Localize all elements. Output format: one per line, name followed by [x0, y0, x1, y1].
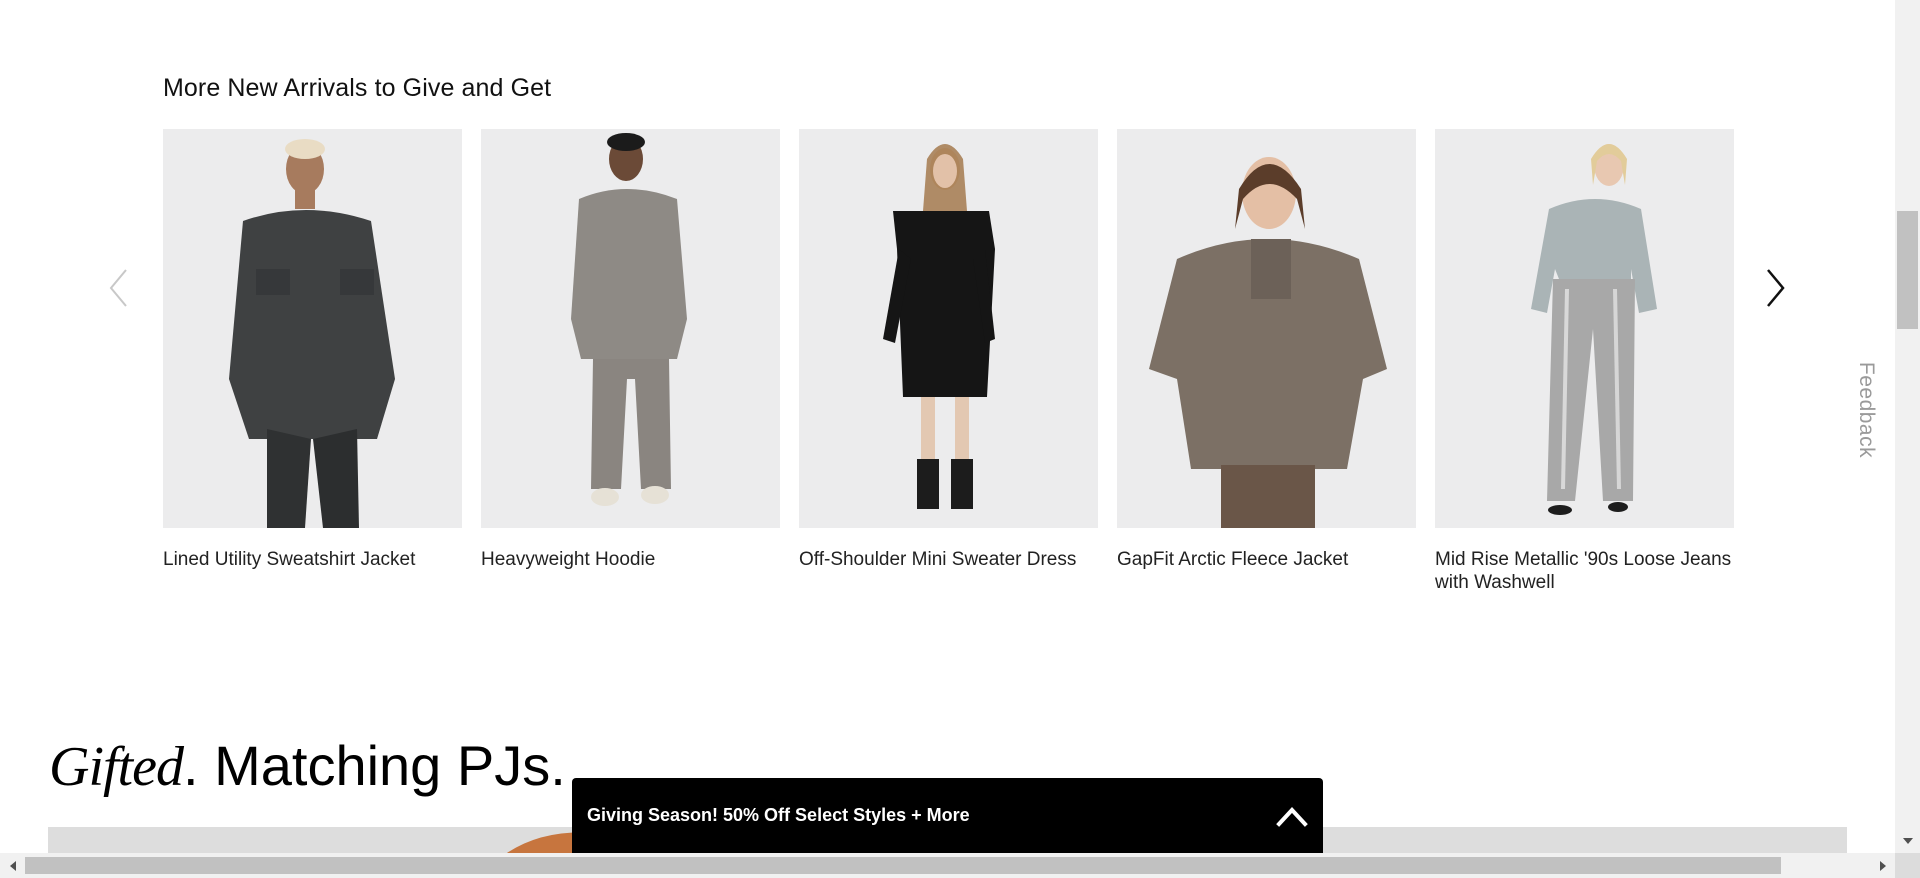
product-image[interactable]	[163, 129, 462, 528]
product-image[interactable]	[1435, 129, 1734, 528]
product-image[interactable]	[481, 129, 780, 528]
chevron-left-icon	[109, 269, 127, 307]
vertical-scrollbar[interactable]	[1895, 0, 1920, 853]
horizontal-scrollbar-thumb[interactable]	[25, 857, 1781, 874]
scrollbar-corner	[1895, 853, 1920, 878]
feedback-tab[interactable]: Feedback	[1846, 360, 1886, 460]
product-card[interactable]: Lined Utility Sweatshirt Jacket	[163, 129, 462, 571]
chevron-right-icon	[1767, 269, 1785, 307]
product-card[interactable]: GapFit Arctic Fleece Jacket	[1117, 129, 1416, 571]
scroll-right-icon	[1879, 860, 1886, 871]
scroll-right-arrow[interactable]	[1870, 853, 1895, 878]
product-name[interactable]: Heavyweight Hoodie	[481, 548, 780, 571]
carousel-prev-button[interactable]	[98, 262, 138, 314]
product-name[interactable]: GapFit Arctic Fleece Jacket	[1117, 548, 1416, 571]
gifted-heading-italic: Gifted	[49, 736, 184, 798]
product-name[interactable]: Mid Rise Metallic '90s Loose Jeans with …	[1435, 548, 1734, 594]
section-title: More New Arrivals to Give and Get	[163, 74, 552, 102]
chevron-up-icon[interactable]	[1276, 805, 1308, 827]
scroll-down-arrow[interactable]	[1895, 830, 1920, 852]
vertical-scrollbar-thumb[interactable]	[1897, 211, 1918, 329]
product-card[interactable]: Mid Rise Metallic '90s Loose Jeans with …	[1435, 129, 1734, 594]
promo-text: Giving Season! 50% Off Select Styles + M…	[587, 805, 970, 825]
scroll-left-icon	[9, 860, 16, 871]
gifted-heading-rest: . Matching PJs.	[182, 734, 566, 797]
carousel-next-button[interactable]	[1756, 262, 1796, 314]
page-viewport: More New Arrivals to Give and Get Lined …	[0, 0, 1895, 853]
product-card[interactable]: Off-Shoulder Mini Sweater Dress	[799, 129, 1098, 571]
gifted-heading: Gifted. Matching PJs.	[49, 731, 566, 802]
scroll-left-arrow[interactable]	[0, 853, 25, 878]
product-name[interactable]: Lined Utility Sweatshirt Jacket	[163, 548, 462, 571]
product-card[interactable]: Heavyweight Hoodie	[481, 129, 780, 571]
product-name[interactable]: Off-Shoulder Mini Sweater Dress	[799, 548, 1098, 571]
product-image[interactable]	[799, 129, 1098, 528]
product-image[interactable]	[1117, 129, 1416, 528]
promo-banner[interactable]: Giving Season! 50% Off Select Styles + M…	[572, 778, 1323, 853]
feedback-label: Feedback	[1855, 361, 1879, 459]
scroll-down-icon	[1902, 838, 1913, 844]
